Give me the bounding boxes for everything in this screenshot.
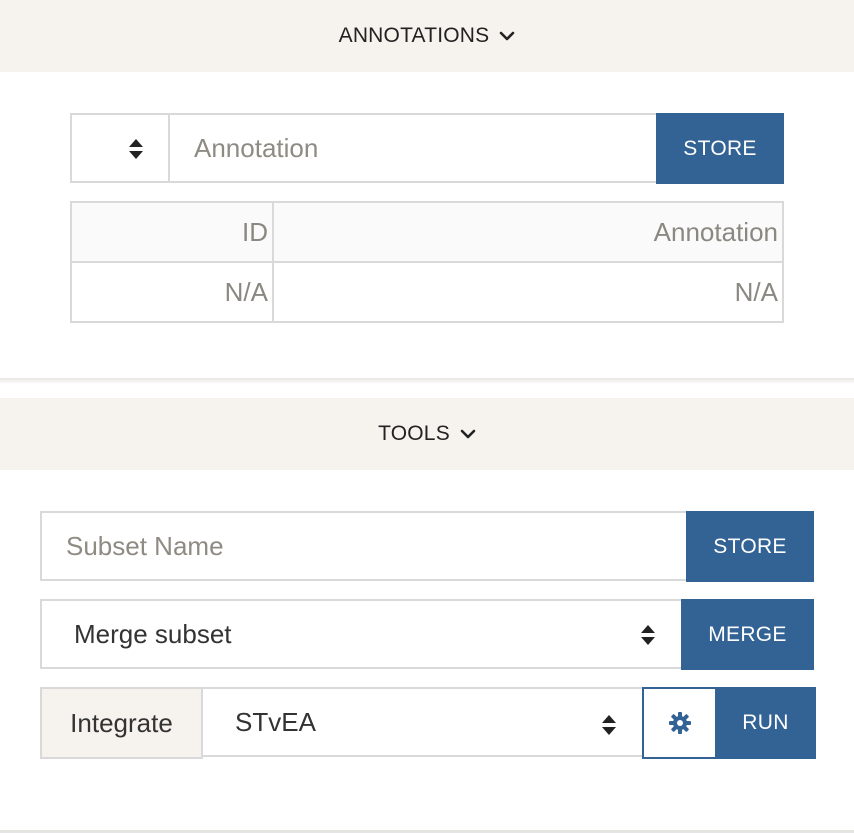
integrate-method-select[interactable]: STvEA	[201, 687, 645, 757]
merge-subset-value: Merge subset	[74, 618, 232, 649]
column-header-annotation[interactable]: Annotation	[272, 201, 784, 263]
subset-store-label: STORE	[713, 534, 787, 558]
annotation-input-placeholder: Annotation	[194, 132, 319, 163]
integrate-addon: Integrate	[40, 687, 203, 759]
annotation-store-button[interactable]: STORE	[656, 113, 784, 184]
sort-updown-icon	[641, 625, 655, 645]
section-divider	[0, 830, 854, 833]
integrate-method-value: STvEA	[235, 706, 316, 737]
annotations-header-label: ANNOTATIONS	[338, 24, 490, 47]
annotation-input[interactable]: Annotation	[168, 113, 658, 183]
subset-name-placeholder: Subset Name	[66, 530, 224, 561]
table-header-row: ID Annotation	[70, 201, 784, 263]
subset-store-button[interactable]: STORE	[686, 511, 814, 582]
run-label: RUN	[742, 711, 789, 734]
annotations-table: ID Annotation N/A N/A	[70, 201, 784, 323]
sort-updown-icon	[602, 715, 616, 735]
chevron-down-icon	[500, 31, 515, 41]
merge-subset-select[interactable]: Merge subset	[40, 599, 683, 669]
annotation-store-label: STORE	[683, 136, 757, 160]
table-row: N/A N/A	[70, 261, 784, 323]
sort-updown-icon	[129, 139, 143, 159]
chevron-down-icon	[460, 429, 476, 439]
section-divider	[0, 378, 854, 384]
merge-label: MERGE	[708, 622, 787, 646]
integrate-settings-button[interactable]	[642, 687, 717, 759]
table-cell-id: N/A	[70, 261, 274, 323]
gear-icon	[668, 712, 691, 734]
table-cell-annotation: N/A	[272, 261, 784, 323]
subset-name-input[interactable]: Subset Name	[40, 511, 688, 581]
annotations-section-header[interactable]: ANNOTATIONS	[0, 0, 854, 72]
merge-button[interactable]: MERGE	[681, 599, 814, 670]
integrate-label: Integrate	[70, 707, 173, 738]
annotation-id-select[interactable]	[70, 113, 170, 183]
column-header-id[interactable]: ID	[70, 201, 274, 263]
tools-section-header[interactable]: TOOLS	[0, 398, 854, 470]
tools-header-label: TOOLS	[378, 422, 450, 445]
run-button[interactable]: RUN	[715, 687, 816, 759]
